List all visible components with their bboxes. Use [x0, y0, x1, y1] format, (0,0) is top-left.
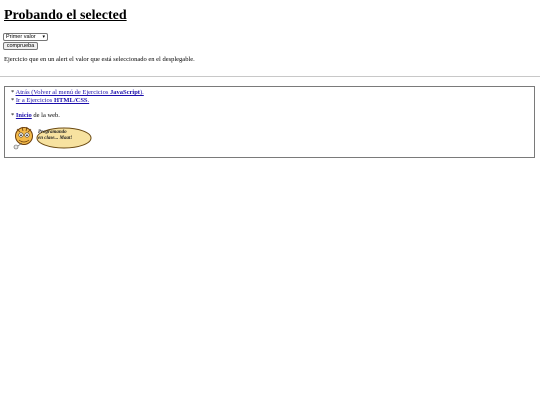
nav-box: * Atrás (Volver al menú de Ejercicios Ja… [4, 86, 535, 158]
html-css-link[interactable]: Ir a Ejercicios HTML/CSS. [16, 97, 89, 104]
nav-item-back: * Atrás (Volver al menú de Ejercicios Ja… [11, 89, 144, 96]
home-link[interactable]: Inicio [16, 112, 32, 119]
chevron-down-icon: ▾ [42, 34, 45, 40]
check-button[interactable]: compruebа [3, 42, 38, 50]
nav-item-exercises: * Ir a Ejercicios HTML/CSS. [11, 97, 89, 104]
logo-text: Programando en clase... Maat! [38, 130, 73, 141]
site-logo[interactable]: Programando en clase... Maat! [10, 125, 92, 151]
value-select[interactable]: Primer valor ▾ [3, 33, 48, 41]
divider [0, 76, 540, 77]
back-link[interactable]: Atrás (Volver al menú de Ejercicios Java… [16, 89, 144, 96]
home-suffix: de la web. [31, 112, 60, 119]
exercise-description: Ejercicio que en un alert el valor que e… [4, 56, 195, 63]
select-value: Primer valor [6, 34, 36, 40]
page-title: Probando el selected [4, 8, 127, 23]
nav-item-home: * Inicio de la web. [11, 112, 60, 119]
